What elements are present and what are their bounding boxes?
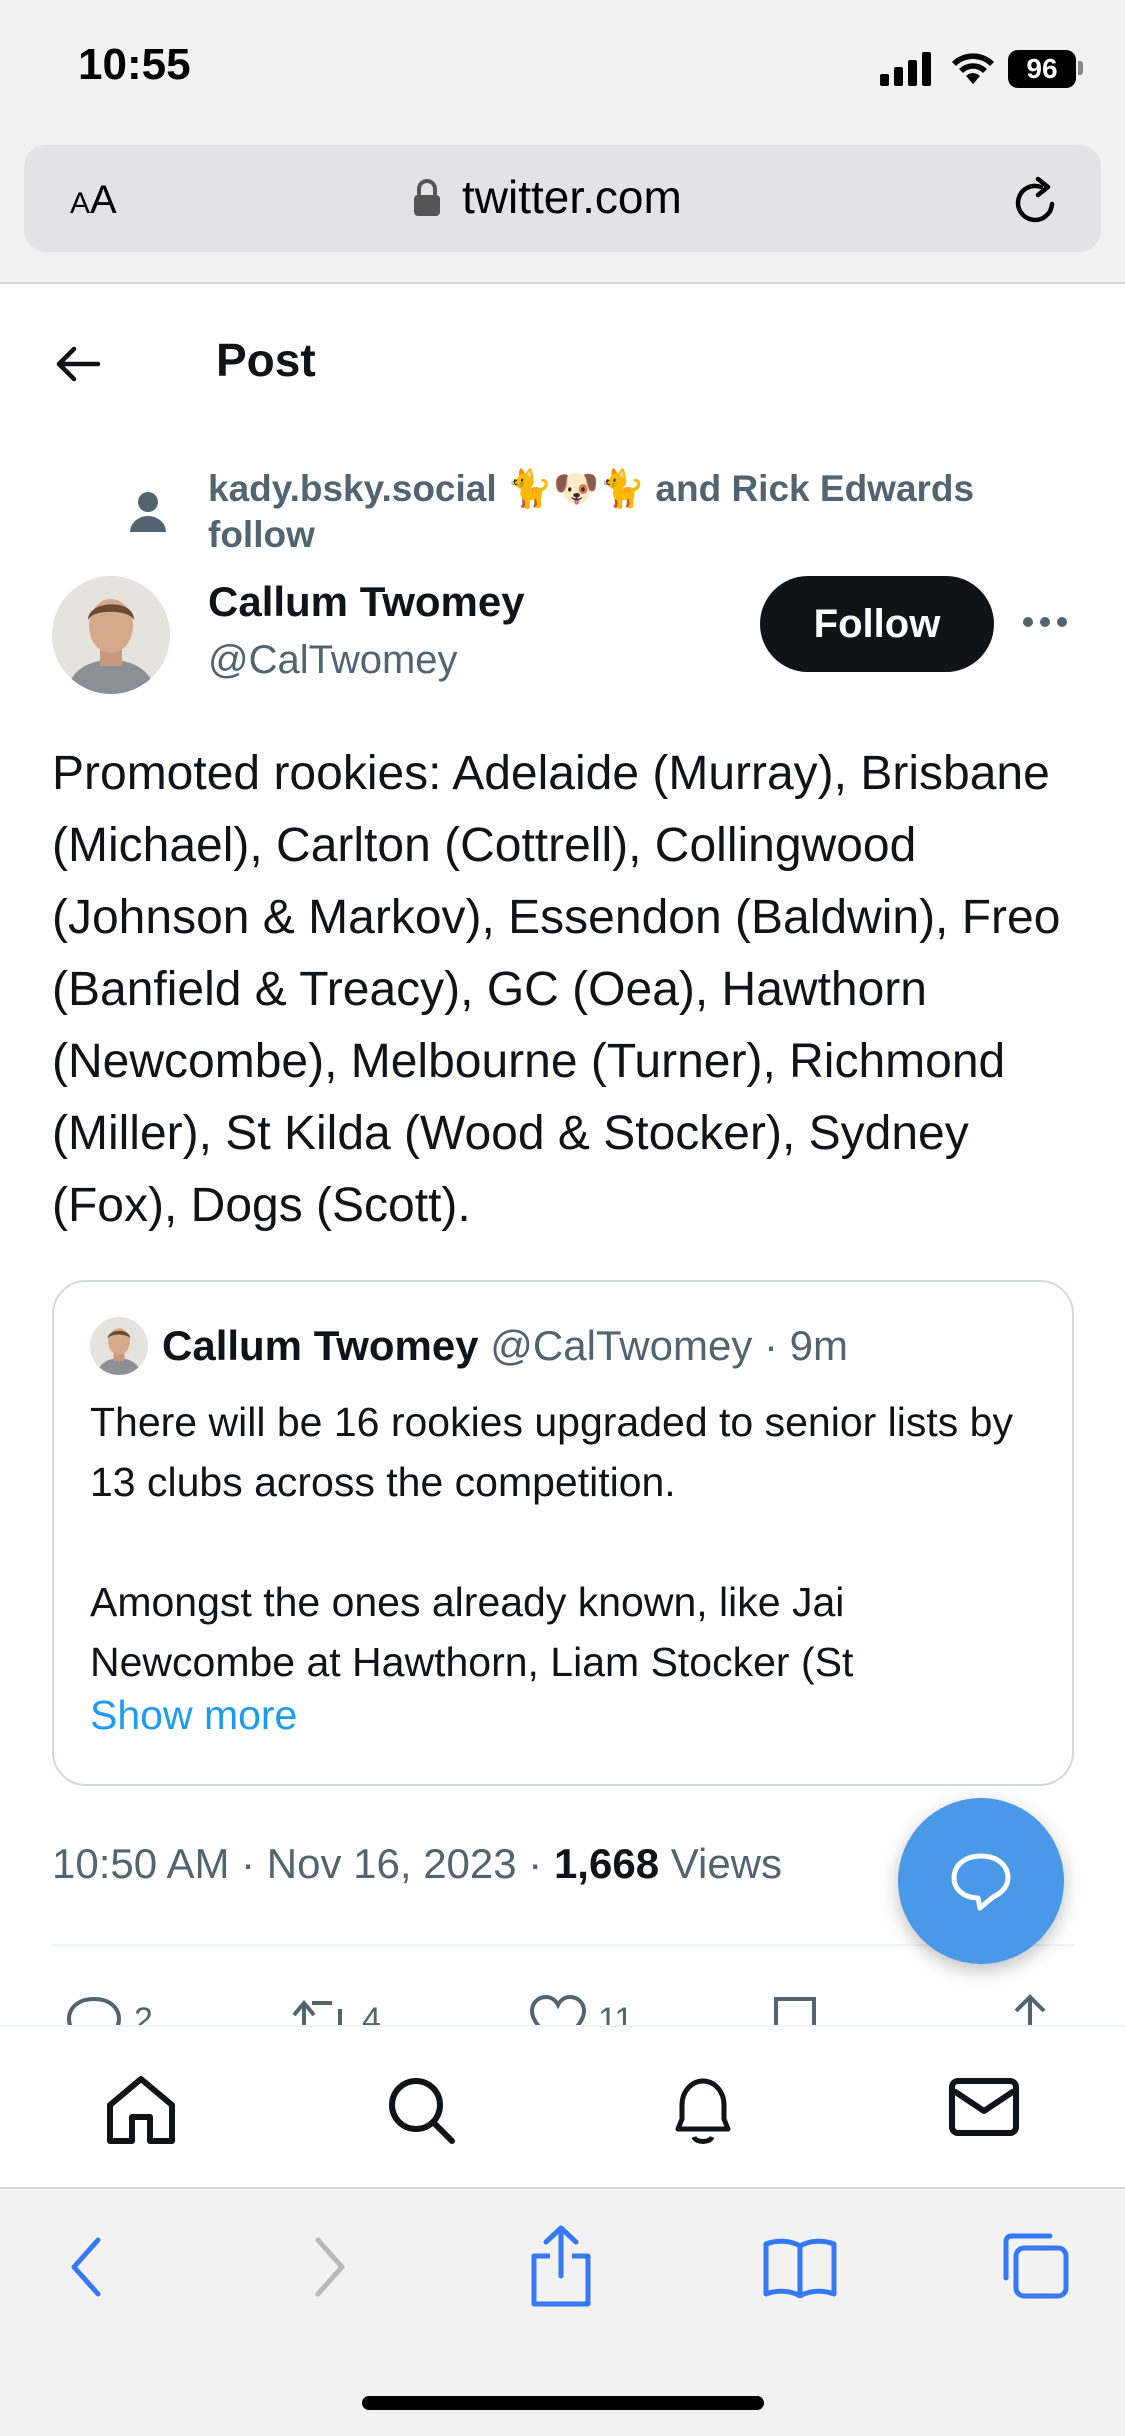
- reader-options-button[interactable]: AA: [70, 178, 117, 223]
- page-title: Post: [216, 334, 316, 386]
- notifications-icon[interactable]: [668, 2075, 738, 2147]
- repost-icon: [292, 1999, 342, 2025]
- compose-reply-icon: [951, 1853, 1011, 1911]
- author-handle[interactable]: @CalTwomey: [208, 638, 458, 683]
- aa-small: A: [70, 187, 91, 220]
- quoted-author-name: Callum Twomey: [162, 1322, 479, 1369]
- follow-button[interactable]: Follow: [760, 576, 994, 672]
- search-icon[interactable]: [386, 2075, 456, 2145]
- author-name[interactable]: Callum Twomey: [208, 578, 525, 626]
- aa-large: A: [90, 178, 117, 222]
- arrow-left-icon[interactable]: [52, 338, 104, 390]
- quoted-tweet-header: Callum Twomey @CalTwomey · 9m: [162, 1322, 848, 1370]
- battery-nub: [1078, 61, 1083, 75]
- avatar-image: [90, 1317, 148, 1375]
- compose-reply-button[interactable]: [898, 1798, 1064, 1964]
- tweet-action-bar: 2 4 11: [0, 1985, 1125, 2025]
- divider: [52, 1944, 1074, 1946]
- repost-button[interactable]: 4: [292, 1993, 381, 2025]
- views-count: 1,668: [553, 1840, 660, 1887]
- home-indicator: [362, 2396, 764, 2410]
- lock-icon: [414, 179, 440, 216]
- repost-count: 4: [362, 2001, 381, 2025]
- share-icon: [1014, 1994, 1046, 2025]
- quoted-tweet-text: There will be 16 rookies upgraded to sen…: [90, 1399, 1013, 1685]
- share-button[interactable]: [1002, 1993, 1058, 2025]
- reply-count: 2: [134, 2001, 153, 2025]
- home-icon[interactable]: [104, 2075, 178, 2145]
- messages-icon[interactable]: [948, 2075, 1020, 2139]
- quoted-author-avatar: [90, 1317, 148, 1375]
- share-icon[interactable]: [528, 2224, 594, 2308]
- quoted-author-meta: @CalTwomey · 9m: [478, 1322, 848, 1369]
- bookmarks-icon[interactable]: [762, 2236, 838, 2298]
- more-horizontal-icon[interactable]: [1022, 616, 1068, 628]
- reload-icon[interactable]: [1008, 174, 1064, 230]
- tabs-icon[interactable]: [998, 2230, 1070, 2300]
- tweet-timestamp: 10:50 AM · Nov 16, 2023 · 1,668 Views: [52, 1840, 782, 1888]
- forward-chevron-icon[interactable]: [310, 2232, 350, 2302]
- tweet-time: 10:50 AM · Nov 16, 2023 ·: [52, 1840, 554, 1887]
- reply-icon: [66, 1996, 122, 2025]
- status-time: 10:55: [78, 40, 191, 89]
- like-button[interactable]: 11: [528, 1993, 633, 2025]
- avatar-image: [52, 576, 170, 694]
- like-count: 11: [598, 2001, 634, 2025]
- back-chevron-icon[interactable]: [66, 2232, 106, 2302]
- author-avatar[interactable]: [52, 576, 170, 694]
- cellular-signal-icon: [880, 52, 931, 86]
- wifi-icon: [952, 53, 994, 84]
- reply-button[interactable]: 2: [64, 1993, 153, 2025]
- show-more-link[interactable]: Show more: [90, 1692, 297, 1739]
- person-icon: [130, 492, 166, 532]
- bookmark-icon: [774, 1997, 816, 2025]
- tweet-text: Promoted rookies: Adelaide (Murray), Bri…: [52, 747, 1061, 1232]
- bookmark-button[interactable]: [770, 1993, 820, 2025]
- social-context-text[interactable]: kady.bsky.social 🐈🐶🐈 and Rick Edwards fo…: [208, 466, 1068, 558]
- views-label: Views: [659, 1840, 783, 1887]
- battery-indicator: 96: [1008, 50, 1076, 88]
- url-text[interactable]: twitter.com: [462, 170, 682, 224]
- heart-icon: [529, 1994, 587, 2025]
